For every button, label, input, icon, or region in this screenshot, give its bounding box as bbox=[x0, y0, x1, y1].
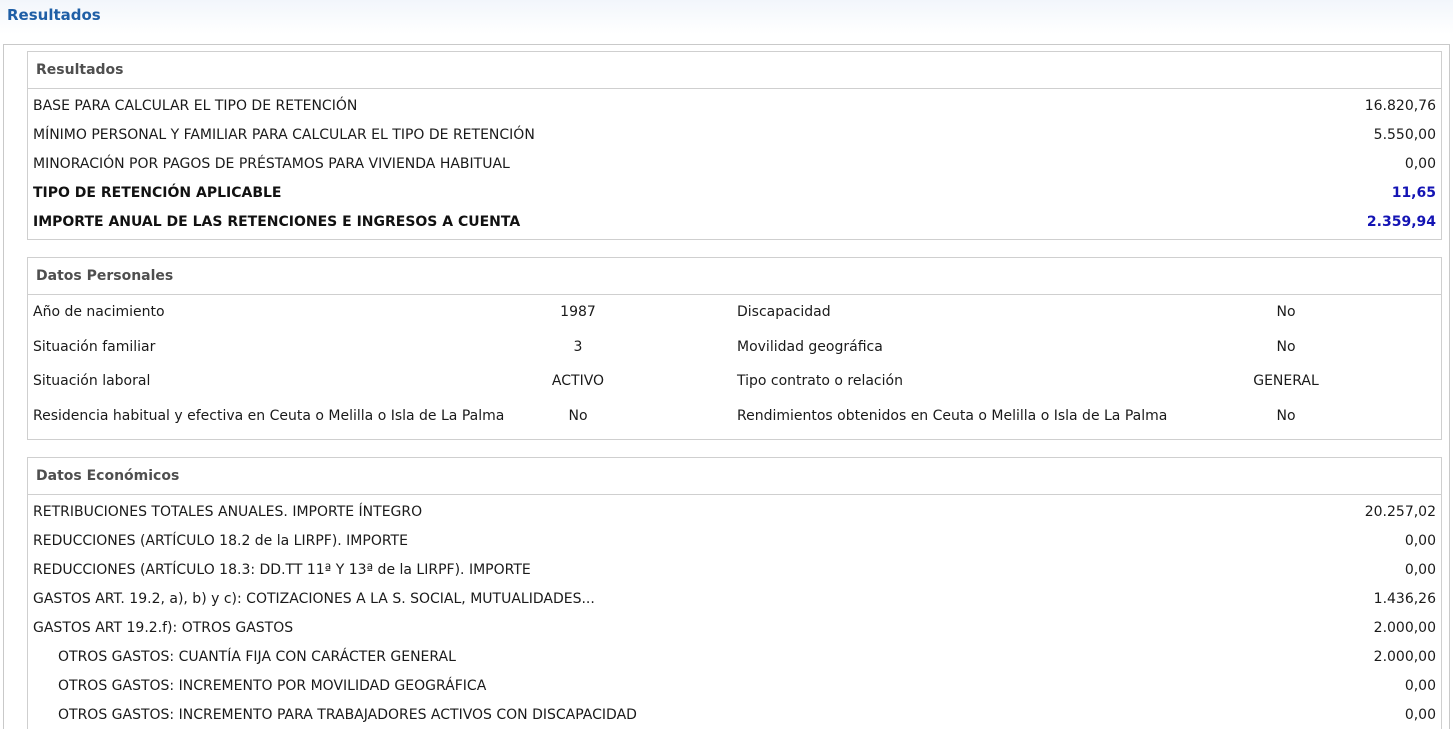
personal-label: Año de nacimiento bbox=[33, 304, 165, 320]
economic-row: GASTOS ART. 19.2, a), b) y c): COTIZACIO… bbox=[28, 585, 1441, 614]
economic-value: 0,00 bbox=[1404, 678, 1436, 694]
result-label: MINORACIÓN POR PAGOS DE PRÉSTAMOS PARA V… bbox=[33, 156, 510, 172]
result-row-minimo: MÍNIMO PERSONAL Y FAMILIAR PARA CALCULAR… bbox=[28, 121, 1441, 150]
personal-value: No bbox=[1276, 338, 1296, 355]
personal-value: GENERAL bbox=[1253, 373, 1319, 389]
economic-value: 1.436,26 bbox=[1373, 591, 1436, 607]
result-value: 16.820,76 bbox=[1364, 98, 1436, 114]
page-header: Resultados bbox=[0, 0, 1453, 34]
economic-value: 2.000,00 bbox=[1373, 649, 1436, 665]
personal-value: No bbox=[1276, 407, 1296, 424]
result-label: TIPO DE RETENCIÓN APLICABLE bbox=[33, 185, 282, 201]
personal-data-header: Datos Personales bbox=[28, 258, 1441, 295]
personal-row: Residencia habitual y efectiva en Ceuta … bbox=[28, 399, 1441, 434]
personal-label: Residencia habitual y efectiva en Ceuta … bbox=[33, 407, 505, 424]
economic-label: OTROS GASTOS: CUANTÍA FIJA CON CARÁCTER … bbox=[58, 649, 456, 665]
economic-label: REDUCCIONES (ARTÍCULO 18.2 de la LIRPF).… bbox=[33, 533, 408, 549]
economic-value: 2.000,00 bbox=[1373, 620, 1436, 636]
results-container: Resultados BASE PARA CALCULAR EL TIPO DE… bbox=[3, 44, 1450, 729]
result-row-importe-anual: IMPORTE ANUAL DE LAS RETENCIONES E INGRE… bbox=[28, 208, 1441, 237]
personal-row: Situación laboral ACTIVO Tipo contrato o… bbox=[28, 364, 1441, 399]
personal-value: No bbox=[1276, 304, 1296, 320]
result-row-base: BASE PARA CALCULAR EL TIPO DE RETENCIÓN … bbox=[28, 92, 1441, 121]
personal-value: 1987 bbox=[560, 304, 596, 320]
economic-row-sub: OTROS GASTOS: INCREMENTO POR MOVILIDAD G… bbox=[28, 672, 1441, 701]
personal-value: No bbox=[568, 407, 588, 424]
page-title: Resultados bbox=[7, 6, 101, 24]
personal-label: Discapacidad bbox=[737, 304, 831, 320]
result-label: IMPORTE ANUAL DE LAS RETENCIONES E INGRE… bbox=[33, 214, 521, 230]
results-panel-header: Resultados bbox=[28, 52, 1441, 89]
result-value: 11,65 bbox=[1391, 185, 1436, 201]
result-value: 0,00 bbox=[1404, 156, 1436, 172]
economic-label: OTROS GASTOS: INCREMENTO PARA TRABAJADOR… bbox=[58, 707, 637, 723]
economic-value: 0,00 bbox=[1404, 533, 1436, 549]
result-row-tipo-retencion: TIPO DE RETENCIÓN APLICABLE 11,65 bbox=[28, 179, 1441, 208]
personal-data-panel: Datos Personales Año de nacimiento 1987 … bbox=[27, 257, 1442, 440]
personal-label: Movilidad geográfica bbox=[737, 338, 883, 355]
economic-row: RETRIBUCIONES TOTALES ANUALES. IMPORTE Í… bbox=[28, 498, 1441, 527]
economic-value: 0,00 bbox=[1404, 707, 1436, 723]
result-value: 5.550,00 bbox=[1373, 127, 1436, 143]
economic-data-header: Datos Económicos bbox=[28, 458, 1441, 495]
economic-label: RETRIBUCIONES TOTALES ANUALES. IMPORTE Í… bbox=[33, 504, 423, 520]
result-label: MÍNIMO PERSONAL Y FAMILIAR PARA CALCULAR… bbox=[33, 127, 535, 143]
personal-label: Situación laboral bbox=[33, 373, 151, 389]
personal-row: Año de nacimiento 1987 Discapacidad No bbox=[28, 295, 1441, 330]
personal-row: Situación familiar 3 Movilidad geográfic… bbox=[28, 330, 1441, 365]
personal-label: Tipo contrato o relación bbox=[737, 373, 903, 389]
result-label: BASE PARA CALCULAR EL TIPO DE RETENCIÓN bbox=[33, 98, 358, 114]
result-row-minoracion: MINORACIÓN POR PAGOS DE PRÉSTAMOS PARA V… bbox=[28, 150, 1441, 179]
personal-label: Rendimientos obtenidos en Ceuta o Melill… bbox=[737, 407, 1168, 424]
economic-data-panel: Datos Económicos RETRIBUCIONES TOTALES A… bbox=[27, 457, 1442, 729]
economic-label: GASTOS ART 19.2.f): OTROS GASTOS bbox=[33, 620, 294, 636]
personal-value: 3 bbox=[573, 338, 583, 355]
personal-label: Situación familiar bbox=[33, 338, 156, 355]
results-panel: Resultados BASE PARA CALCULAR EL TIPO DE… bbox=[27, 51, 1442, 240]
economic-label: GASTOS ART. 19.2, a), b) y c): COTIZACIO… bbox=[33, 591, 595, 607]
economic-label: OTROS GASTOS: INCREMENTO POR MOVILIDAD G… bbox=[58, 678, 487, 694]
economic-row: GASTOS ART 19.2.f): OTROS GASTOS 2.000,0… bbox=[28, 614, 1441, 643]
economic-row: REDUCCIONES (ARTÍCULO 18.3: DD.TT 11ª Y … bbox=[28, 556, 1441, 585]
personal-value: ACTIVO bbox=[551, 373, 605, 389]
economic-value: 0,00 bbox=[1404, 562, 1436, 578]
economic-row-sub: OTROS GASTOS: CUANTÍA FIJA CON CARÁCTER … bbox=[28, 643, 1441, 672]
result-value: 2.359,94 bbox=[1366, 214, 1436, 230]
economic-value: 20.257,02 bbox=[1364, 504, 1436, 520]
economic-row: REDUCCIONES (ARTÍCULO 18.2 de la LIRPF).… bbox=[28, 527, 1441, 556]
economic-label: REDUCCIONES (ARTÍCULO 18.3: DD.TT 11ª Y … bbox=[33, 562, 531, 578]
economic-row-sub: OTROS GASTOS: INCREMENTO PARA TRABAJADOR… bbox=[28, 701, 1441, 729]
